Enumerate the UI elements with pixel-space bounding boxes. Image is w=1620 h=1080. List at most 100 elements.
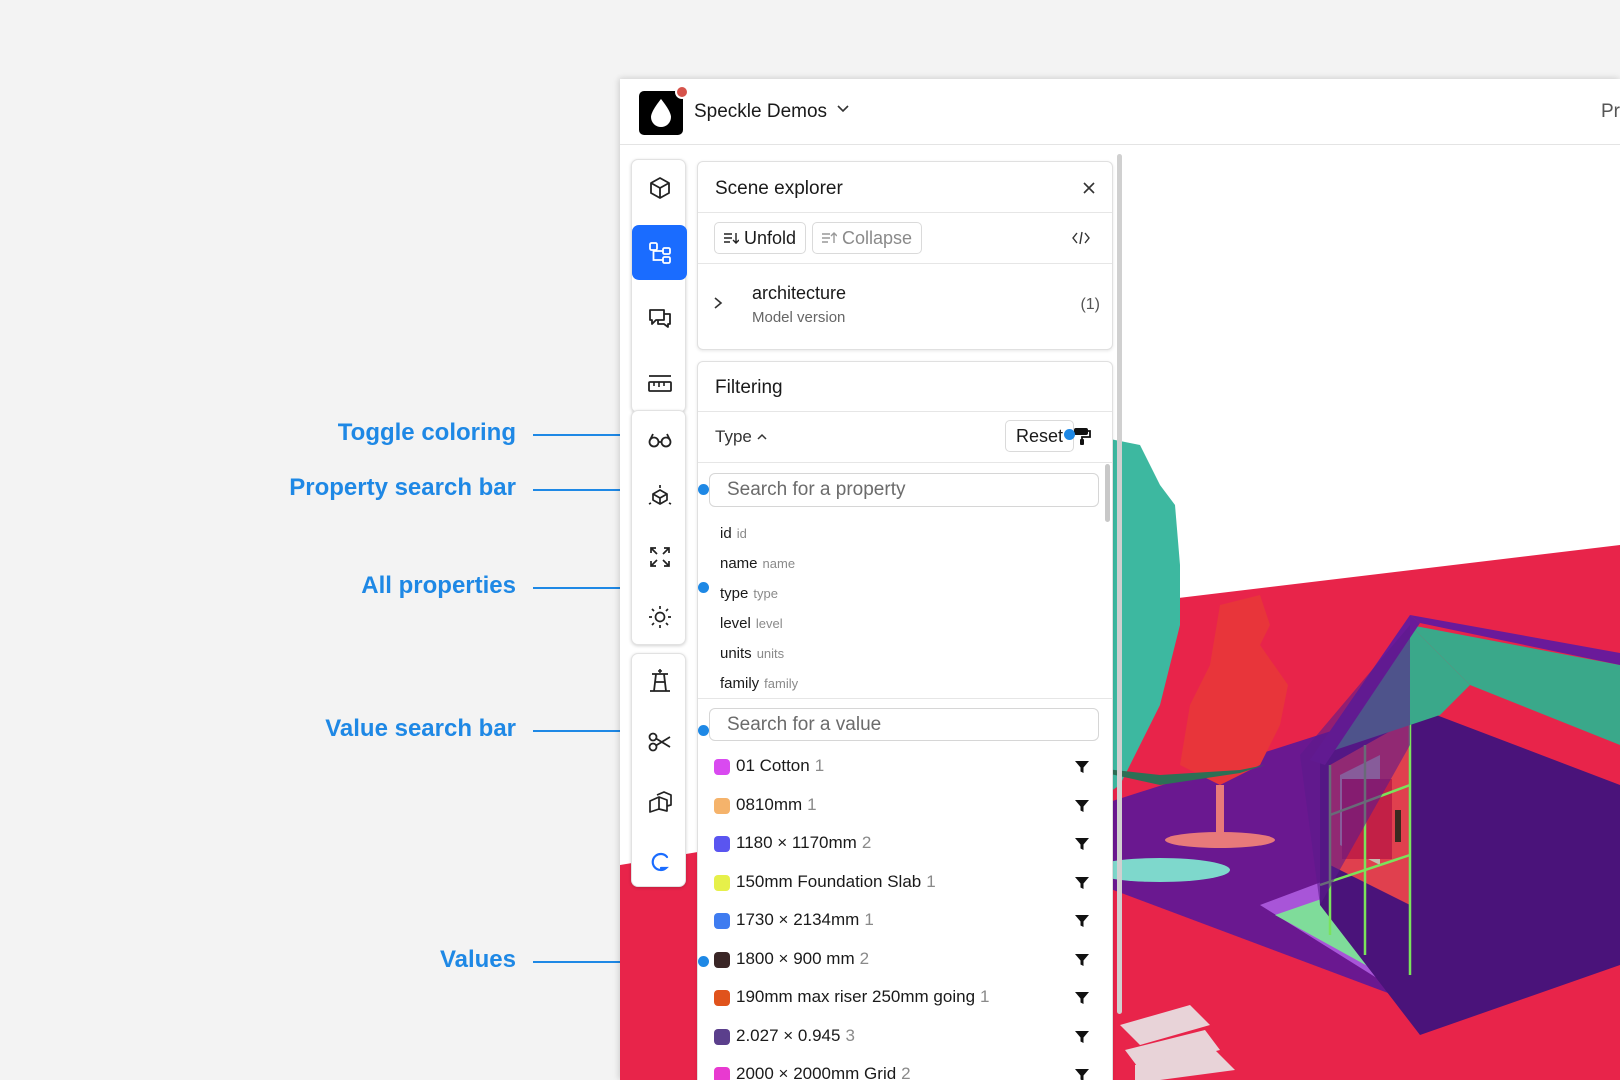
value-item[interactable]: 2.027 × 0.945 3 [714, 1024, 1096, 1050]
comments-button[interactable] [632, 290, 687, 345]
value-color-swatch [714, 1067, 730, 1080]
value-item[interactable]: 190mm max riser 250mm going 1 [714, 985, 1096, 1011]
unfold-icon [724, 233, 739, 244]
annotation-dot-toggle-coloring [1064, 429, 1075, 440]
value-color-swatch [714, 990, 730, 1006]
annotation-all-properties: All properties [361, 572, 516, 599]
model-tree-item[interactable]: architecture Model version (1) [698, 264, 1112, 350]
divider [698, 212, 1112, 213]
value-label: 1800 × 900 mm 2 [736, 949, 869, 969]
divider [698, 462, 1112, 463]
value-item[interactable]: 1730 × 2134mm 1 [714, 908, 1096, 934]
fit-view-button[interactable] [632, 529, 687, 584]
fit-view-icon [649, 546, 670, 567]
measure-button[interactable] [632, 356, 687, 411]
property-item[interactable]: level level [720, 615, 783, 632]
value-item[interactable]: 0810mm 1 [714, 793, 1096, 819]
properties-scrollbar[interactable] [1105, 464, 1110, 522]
value-item[interactable]: 01 Cotton 1 [714, 754, 1096, 780]
scene-explorer-button[interactable] [632, 225, 687, 280]
explode-icon [648, 484, 671, 505]
scene-explorer-panel: Scene explorer Unfold Collapse architect… [697, 161, 1113, 350]
models-button[interactable] [632, 160, 687, 215]
property-name: id [720, 525, 732, 542]
property-item[interactable]: type type [720, 585, 778, 602]
model-name: architecture [752, 283, 847, 303]
speckle-automate-button[interactable] [632, 834, 687, 889]
property-name: level [720, 615, 751, 632]
cut-button[interactable] [632, 714, 687, 769]
light-icon [648, 605, 671, 628]
filter-icon[interactable] [1074, 798, 1090, 814]
filter-icon[interactable] [1074, 1067, 1090, 1080]
section-box-icon [649, 668, 670, 692]
value-count: 2 [901, 1064, 911, 1080]
value-color-swatch [714, 836, 730, 852]
value-item[interactable]: 1180 × 1170mm 2 [714, 831, 1096, 857]
value-count: 3 [845, 1025, 855, 1045]
value-count: 1 [864, 910, 874, 929]
topbar-right-text[interactable]: Pr [1601, 101, 1620, 123]
value-label: 1180 × 1170mm 2 [736, 833, 871, 853]
property-name: name [720, 555, 758, 572]
property-search-input[interactable]: Search for a property [709, 473, 1099, 507]
toggle-coloring-icon[interactable] [1072, 426, 1092, 446]
glasses-icon [648, 433, 671, 447]
value-color-swatch [714, 951, 730, 968]
unfold-button[interactable]: Unfold [714, 222, 807, 254]
measure-ruler-icon [647, 374, 672, 392]
value-label: 2000 × 2000mm Grid 2 [736, 1064, 911, 1080]
filter-icon[interactable] [1074, 875, 1090, 891]
value-item[interactable]: 2000 × 2000mm Grid 2 [714, 1062, 1096, 1080]
filter-icon[interactable] [1074, 913, 1090, 929]
filter-icon[interactable] [1074, 990, 1090, 1006]
property-key: units [756, 646, 785, 661]
filter-icon[interactable] [1074, 952, 1090, 968]
scissors-icon [648, 732, 670, 751]
panel-scrollbar[interactable] [1117, 154, 1122, 1014]
divider [698, 698, 1112, 699]
annotation-dot-property-search [698, 484, 709, 495]
value-count: 1 [980, 987, 990, 1006]
annotation-property-search-bar: Property search bar [289, 474, 516, 501]
value-search-input[interactable]: Search for a value [709, 708, 1099, 741]
value-color-swatch [714, 874, 730, 891]
view-modes-button[interactable] [632, 411, 687, 466]
filter-icon[interactable] [1074, 1029, 1090, 1045]
property-item[interactable]: family family [720, 675, 798, 692]
property-item[interactable]: units units [720, 645, 784, 662]
filter-icon[interactable] [1074, 836, 1090, 852]
property-item[interactable]: id id [720, 525, 747, 542]
value-text: 190mm max riser 250mm going [736, 987, 976, 1006]
value-label: 1730 × 2134mm 1 [736, 910, 874, 930]
explode-button[interactable] [632, 469, 687, 524]
light-button[interactable] [632, 589, 687, 644]
annotation-dot-value-search [698, 725, 709, 736]
value-count: 2 [859, 948, 870, 968]
value-text: 01 Cotton [736, 756, 810, 775]
reset-label: Reset [1016, 425, 1064, 446]
unfold-label: Unfold [744, 227, 797, 248]
chevron-up-icon [757, 433, 767, 440]
value-label: 2.027 × 0.945 3 [736, 1026, 855, 1046]
section-box-button[interactable] [632, 654, 687, 709]
value-label: 190mm max riser 250mm going 1 [736, 987, 990, 1007]
value-item[interactable]: 1800 × 900 mm 2 [714, 947, 1096, 973]
value-color-swatch [714, 1028, 730, 1045]
value-text: 1800 × 900 mm [736, 948, 855, 968]
value-color-swatch [714, 913, 730, 929]
close-icon[interactable] [1082, 181, 1096, 195]
property-item[interactable]: name name [720, 555, 795, 572]
collapse-button[interactable]: Collapse [812, 222, 923, 254]
chevron-down-icon[interactable] [836, 101, 850, 115]
speckle-logo[interactable] [639, 91, 683, 135]
filter-icon[interactable] [1074, 759, 1090, 775]
type-property-selector[interactable]: Type [715, 427, 768, 447]
value-text: 1180 × 1170mm [736, 833, 857, 852]
value-item[interactable]: 150mm Foundation Slab 1 [714, 870, 1096, 896]
chevron-right-icon[interactable] [712, 296, 724, 310]
workspace-name[interactable]: Speckle Demos [694, 101, 827, 123]
property-name: family [720, 675, 760, 692]
code-icon[interactable] [1072, 230, 1090, 246]
views-button[interactable] [632, 774, 687, 829]
